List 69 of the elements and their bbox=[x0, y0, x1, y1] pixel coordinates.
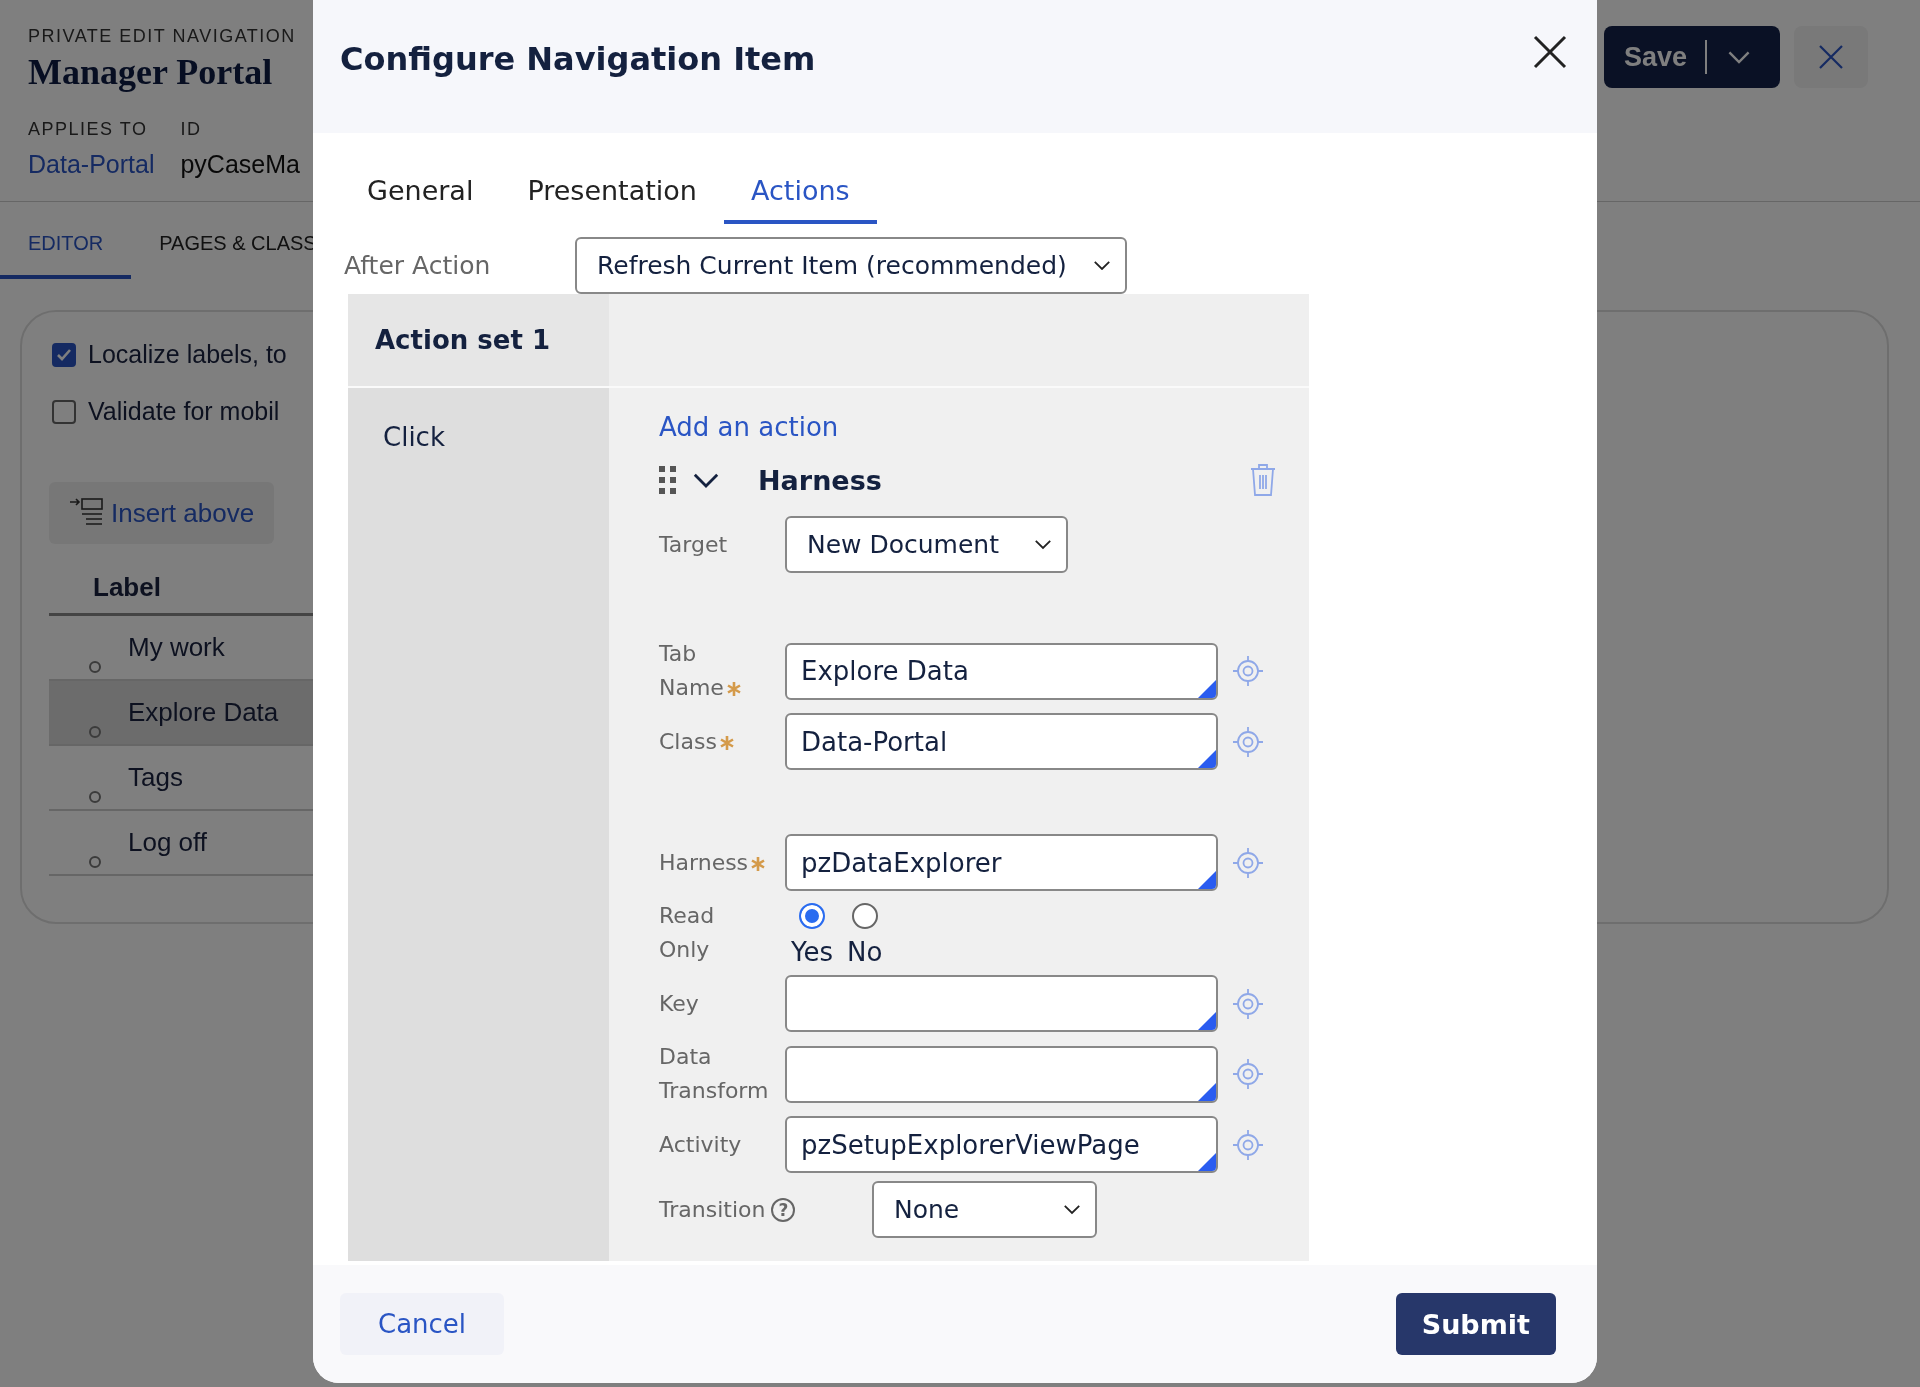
drag-handle-icon[interactable] bbox=[659, 466, 676, 494]
field-label: Target bbox=[659, 530, 728, 559]
field-label: Read Only bbox=[659, 902, 716, 964]
dropdown[interactable]: Refresh Current Item (recommended) bbox=[575, 236, 1127, 294]
dropdown[interactable]: New Document bbox=[785, 516, 1068, 573]
target-icon[interactable] bbox=[1232, 725, 1264, 758]
row-label: Log off bbox=[128, 827, 208, 858]
checkbox-label: Localize labels, to bbox=[88, 340, 287, 369]
chevron-icon bbox=[1034, 539, 1052, 550]
action-title: Harness bbox=[758, 464, 883, 496]
input-field[interactable] bbox=[785, 1045, 1218, 1103]
field-label: Class bbox=[659, 724, 717, 759]
row-label: Explore Data bbox=[128, 697, 279, 728]
field-label: Key bbox=[659, 989, 699, 1018]
input-field[interactable] bbox=[785, 975, 1218, 1032]
input-field[interactable]: pzSetupExplorerViewPage bbox=[785, 1116, 1218, 1173]
field-label: Data Transform bbox=[659, 1043, 769, 1105]
section-header: Action set 1 bbox=[348, 294, 609, 388]
save-button[interactable]: Save bbox=[1604, 40, 1708, 74]
radio-button[interactable] bbox=[799, 903, 825, 929]
circle-icon bbox=[89, 791, 101, 803]
field-label: ID bbox=[180, 119, 203, 140]
chevron-icon bbox=[1727, 49, 1752, 65]
target-icon[interactable] bbox=[1232, 846, 1264, 879]
chevron-icon bbox=[1063, 1204, 1081, 1215]
target-icon[interactable] bbox=[1232, 1128, 1264, 1161]
input-field[interactable]: Data-Portal bbox=[785, 713, 1218, 770]
row-label: Tags bbox=[128, 762, 183, 793]
page-title: Manager Portal bbox=[28, 51, 273, 93]
chevron-icon bbox=[692, 471, 720, 489]
field-label: Transition bbox=[659, 1195, 766, 1224]
checkbox[interactable] bbox=[52, 399, 76, 424]
dropdown[interactable]: None bbox=[872, 1181, 1097, 1238]
field-label: Tab Name bbox=[659, 637, 759, 705]
checkbox[interactable] bbox=[52, 342, 76, 367]
input-field[interactable]: pzDataExplorer bbox=[785, 834, 1218, 891]
insert-button[interactable]: Insert above bbox=[49, 482, 275, 544]
circle-icon bbox=[89, 726, 101, 738]
field-label: APPLIES TO bbox=[28, 119, 149, 140]
field-label: After Action bbox=[344, 250, 492, 280]
table-row[interactable]: Explore Data bbox=[49, 681, 313, 746]
add-link[interactable]: Add an action bbox=[659, 412, 839, 442]
field-label: Activity bbox=[659, 1130, 742, 1159]
cancel-button[interactable]: Cancel bbox=[340, 1293, 505, 1355]
tab[interactable]: EDITOR bbox=[0, 202, 132, 279]
submit-button[interactable]: Submit bbox=[1395, 1293, 1556, 1355]
checkbox-label: Validate for mobil bbox=[88, 397, 280, 426]
chevron-icon bbox=[1093, 259, 1111, 271]
trash-icon[interactable] bbox=[1249, 463, 1277, 497]
radio-label: No bbox=[847, 937, 883, 967]
breadcrumb: PRIVATE EDIT NAVIGATION bbox=[28, 26, 296, 47]
field-label: Harness bbox=[659, 845, 749, 880]
input-field[interactable]: Explore Data bbox=[785, 642, 1218, 700]
circle-icon bbox=[89, 661, 101, 673]
target-icon[interactable] bbox=[1232, 987, 1264, 1020]
radio-button[interactable] bbox=[851, 903, 878, 929]
dialog-title: Configure Navigation Item bbox=[340, 39, 816, 78]
radio-label: Yes bbox=[791, 937, 833, 967]
event-label: Click bbox=[383, 422, 445, 452]
help-icon[interactable]: ? bbox=[771, 1197, 796, 1222]
target-icon[interactable] bbox=[1232, 655, 1264, 687]
tab[interactable]: Presentation bbox=[500, 167, 724, 224]
link[interactable]: Data-Portal bbox=[28, 150, 155, 179]
row-label: My work bbox=[128, 632, 225, 663]
tab[interactable]: Actions bbox=[724, 167, 877, 224]
target-icon[interactable] bbox=[1232, 1058, 1264, 1090]
tab[interactable]: General bbox=[340, 167, 501, 224]
field-value: pyCaseMa bbox=[180, 150, 300, 179]
circle-icon bbox=[89, 856, 101, 868]
